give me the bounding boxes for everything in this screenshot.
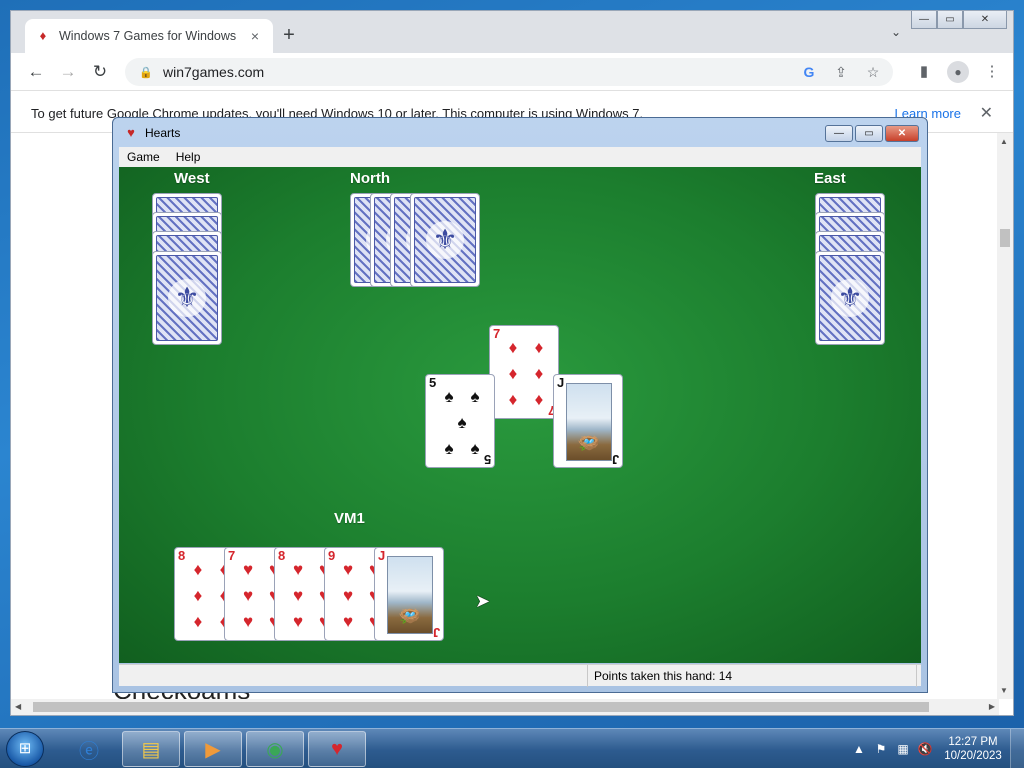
- card-pips: ♦♦ ♦♦ ♦♦: [508, 337, 544, 409]
- scroll-left-icon[interactable]: ◀: [15, 702, 21, 711]
- infobar-close-icon[interactable]: ✕: [980, 103, 993, 123]
- player-west-label: West: [174, 170, 210, 187]
- scroll-down-icon[interactable]: ▼: [1000, 686, 1008, 695]
- hearts-close-button[interactable]: ✕: [885, 125, 919, 142]
- trick-card-north: 7 ♦ ♦ ♦ ♦ ♦ ♦ 7: [489, 325, 559, 419]
- close-button[interactable]: ✕: [963, 11, 1007, 29]
- scroll-right-icon[interactable]: ▶: [989, 702, 995, 711]
- hearts-title: Hearts: [145, 126, 181, 140]
- forward-arrow-icon[interactable]: →: [57, 61, 79, 83]
- file-explorer-icon[interactable]: ▤: [122, 731, 180, 767]
- card-rank-bottom: 5: [483, 452, 491, 467]
- card-back-emblem-icon: ⚜: [426, 221, 464, 259]
- card-back-emblem-icon: ⚜: [168, 279, 206, 317]
- tab-close-icon[interactable]: ×: [247, 28, 263, 44]
- card-rank: J: [378, 548, 386, 563]
- card-rank: J: [557, 375, 565, 390]
- hearts-taskbar-icon[interactable]: ♥: [308, 731, 366, 767]
- minimize-button[interactable]: —: [911, 11, 937, 29]
- vertical-scrollbar[interactable]: ▲ ▼: [997, 133, 1013, 699]
- internet-explorer-icon[interactable]: ⓔ: [60, 731, 118, 767]
- window-controls: — ▭ ✕: [911, 11, 1007, 29]
- media-player-icon[interactable]: ▶: [184, 731, 242, 767]
- clock-time: 12:27 PM: [948, 736, 998, 748]
- menu-game[interactable]: Game: [119, 147, 168, 167]
- card-rank-bottom: J: [432, 625, 440, 640]
- new-tab-button[interactable]: +: [277, 24, 301, 48]
- hearts-maximize-button[interactable]: ▭: [855, 125, 883, 142]
- action-center-flag-icon[interactable]: ⚑: [870, 742, 892, 756]
- hearts-window-controls: — ▭ ✕: [825, 125, 919, 142]
- player-east-label: East: [814, 170, 846, 187]
- show-desktop-button[interactable]: [1010, 729, 1024, 768]
- menu-help[interactable]: Help: [168, 147, 209, 167]
- hearts-app-icon: ♥: [127, 125, 135, 140]
- back-arrow-icon[interactable]: ←: [25, 61, 47, 83]
- side-panel-icon[interactable]: ▮: [913, 61, 935, 83]
- clock[interactable]: 12:27 PM 10/20/2023: [936, 735, 1010, 763]
- trick-card-west: 5 ♠ ♠ ♠ ♠ ♠ 5: [425, 374, 495, 468]
- jack-artwork-icon: 🪺: [387, 556, 433, 634]
- north-card-back: ⚜: [410, 193, 480, 287]
- trick-card-east: J 🪺 J: [553, 374, 623, 468]
- tab-title: Windows 7 Games for Windows: [59, 29, 237, 43]
- profile-avatar-icon[interactable]: ●: [947, 61, 969, 83]
- tab-search-icon[interactable]: ⌄: [886, 25, 906, 45]
- scroll-up-icon[interactable]: ▲: [1000, 137, 1008, 146]
- east-card-back: ⚜: [815, 251, 885, 345]
- browser-toolbar: ← → ↻ 🔒 win7games.com G ⇪ ☆ ▮ ● ⋮: [11, 53, 1013, 91]
- system-tray: ▲ ⚑ ▦ 🔇 12:27 PM 10/20/2023: [848, 729, 1024, 768]
- clock-date: 10/20/2023: [944, 750, 1002, 762]
- start-button[interactable]: ⊞: [6, 731, 44, 767]
- reload-icon[interactable]: ↻: [89, 61, 111, 83]
- url-text: win7games.com: [163, 64, 265, 80]
- hearts-menubar: Game Help: [119, 147, 921, 167]
- browser-tab[interactable]: ♦ Windows 7 Games for Windows ×: [25, 19, 273, 53]
- share-icon[interactable]: ⇪: [831, 64, 851, 81]
- volume-muted-icon[interactable]: 🔇: [914, 742, 936, 756]
- taskbar: ⊞ ⓔ ▤ ▶ ◉ ♥ ▲ ⚑ ▦ 🔇 12:27 PM 10/20/2023: [0, 728, 1024, 768]
- tray-expand-icon[interactable]: ▲: [848, 742, 870, 756]
- horizontal-scroll-thumb[interactable]: [33, 702, 929, 712]
- west-card-back: ⚜: [152, 251, 222, 345]
- google-lens-icon[interactable]: G: [799, 64, 819, 81]
- bookmark-star-icon[interactable]: ☆: [863, 64, 883, 81]
- player-south-label: VM1: [334, 510, 365, 527]
- menu-kebab-icon[interactable]: ⋮: [981, 61, 1003, 83]
- maximize-button[interactable]: ▭: [937, 11, 963, 29]
- lock-icon: 🔒: [139, 66, 153, 79]
- horizontal-scrollbar[interactable]: ◀ ▶: [11, 699, 999, 715]
- vertical-scroll-thumb[interactable]: [1000, 229, 1010, 247]
- hearts-window: ♥ Hearts — ▭ ✕ Game Help West North East…: [112, 117, 928, 693]
- hearts-titlebar: ♥ Hearts: [123, 125, 181, 141]
- card-back-emblem-icon: ⚜: [831, 279, 869, 317]
- tab-strip: ♦ Windows 7 Games for Windows × + ⌄ — ▭ …: [11, 11, 1013, 53]
- network-icon[interactable]: ▦: [892, 742, 914, 756]
- hearts-minimize-button[interactable]: —: [825, 125, 853, 142]
- game-table: West North East VM1 ⚜ ⚜ ⚜ ⚜ ⚜ ⚜ ⚜ ⚜ ⚜ ⚜ …: [119, 167, 921, 663]
- jack-artwork-icon: 🪺: [566, 383, 612, 461]
- hearts-favicon-icon: ♦: [39, 28, 47, 43]
- mouse-cursor-icon: ➤: [475, 591, 491, 611]
- chrome-icon[interactable]: ◉: [246, 731, 304, 767]
- card-pips: ♠ ♠ ♠ ♠ ♠: [444, 386, 480, 458]
- address-bar[interactable]: 🔒 win7games.com G ⇪ ☆: [125, 58, 893, 86]
- points-status: Points taken this hand: 14: [587, 665, 917, 687]
- card-rank-bottom: J: [611, 452, 619, 467]
- player-north-label: North: [350, 170, 390, 187]
- hand-card[interactable]: J 🪺 J: [374, 547, 444, 641]
- hearts-statusbar: Points taken this hand: 14: [119, 664, 921, 687]
